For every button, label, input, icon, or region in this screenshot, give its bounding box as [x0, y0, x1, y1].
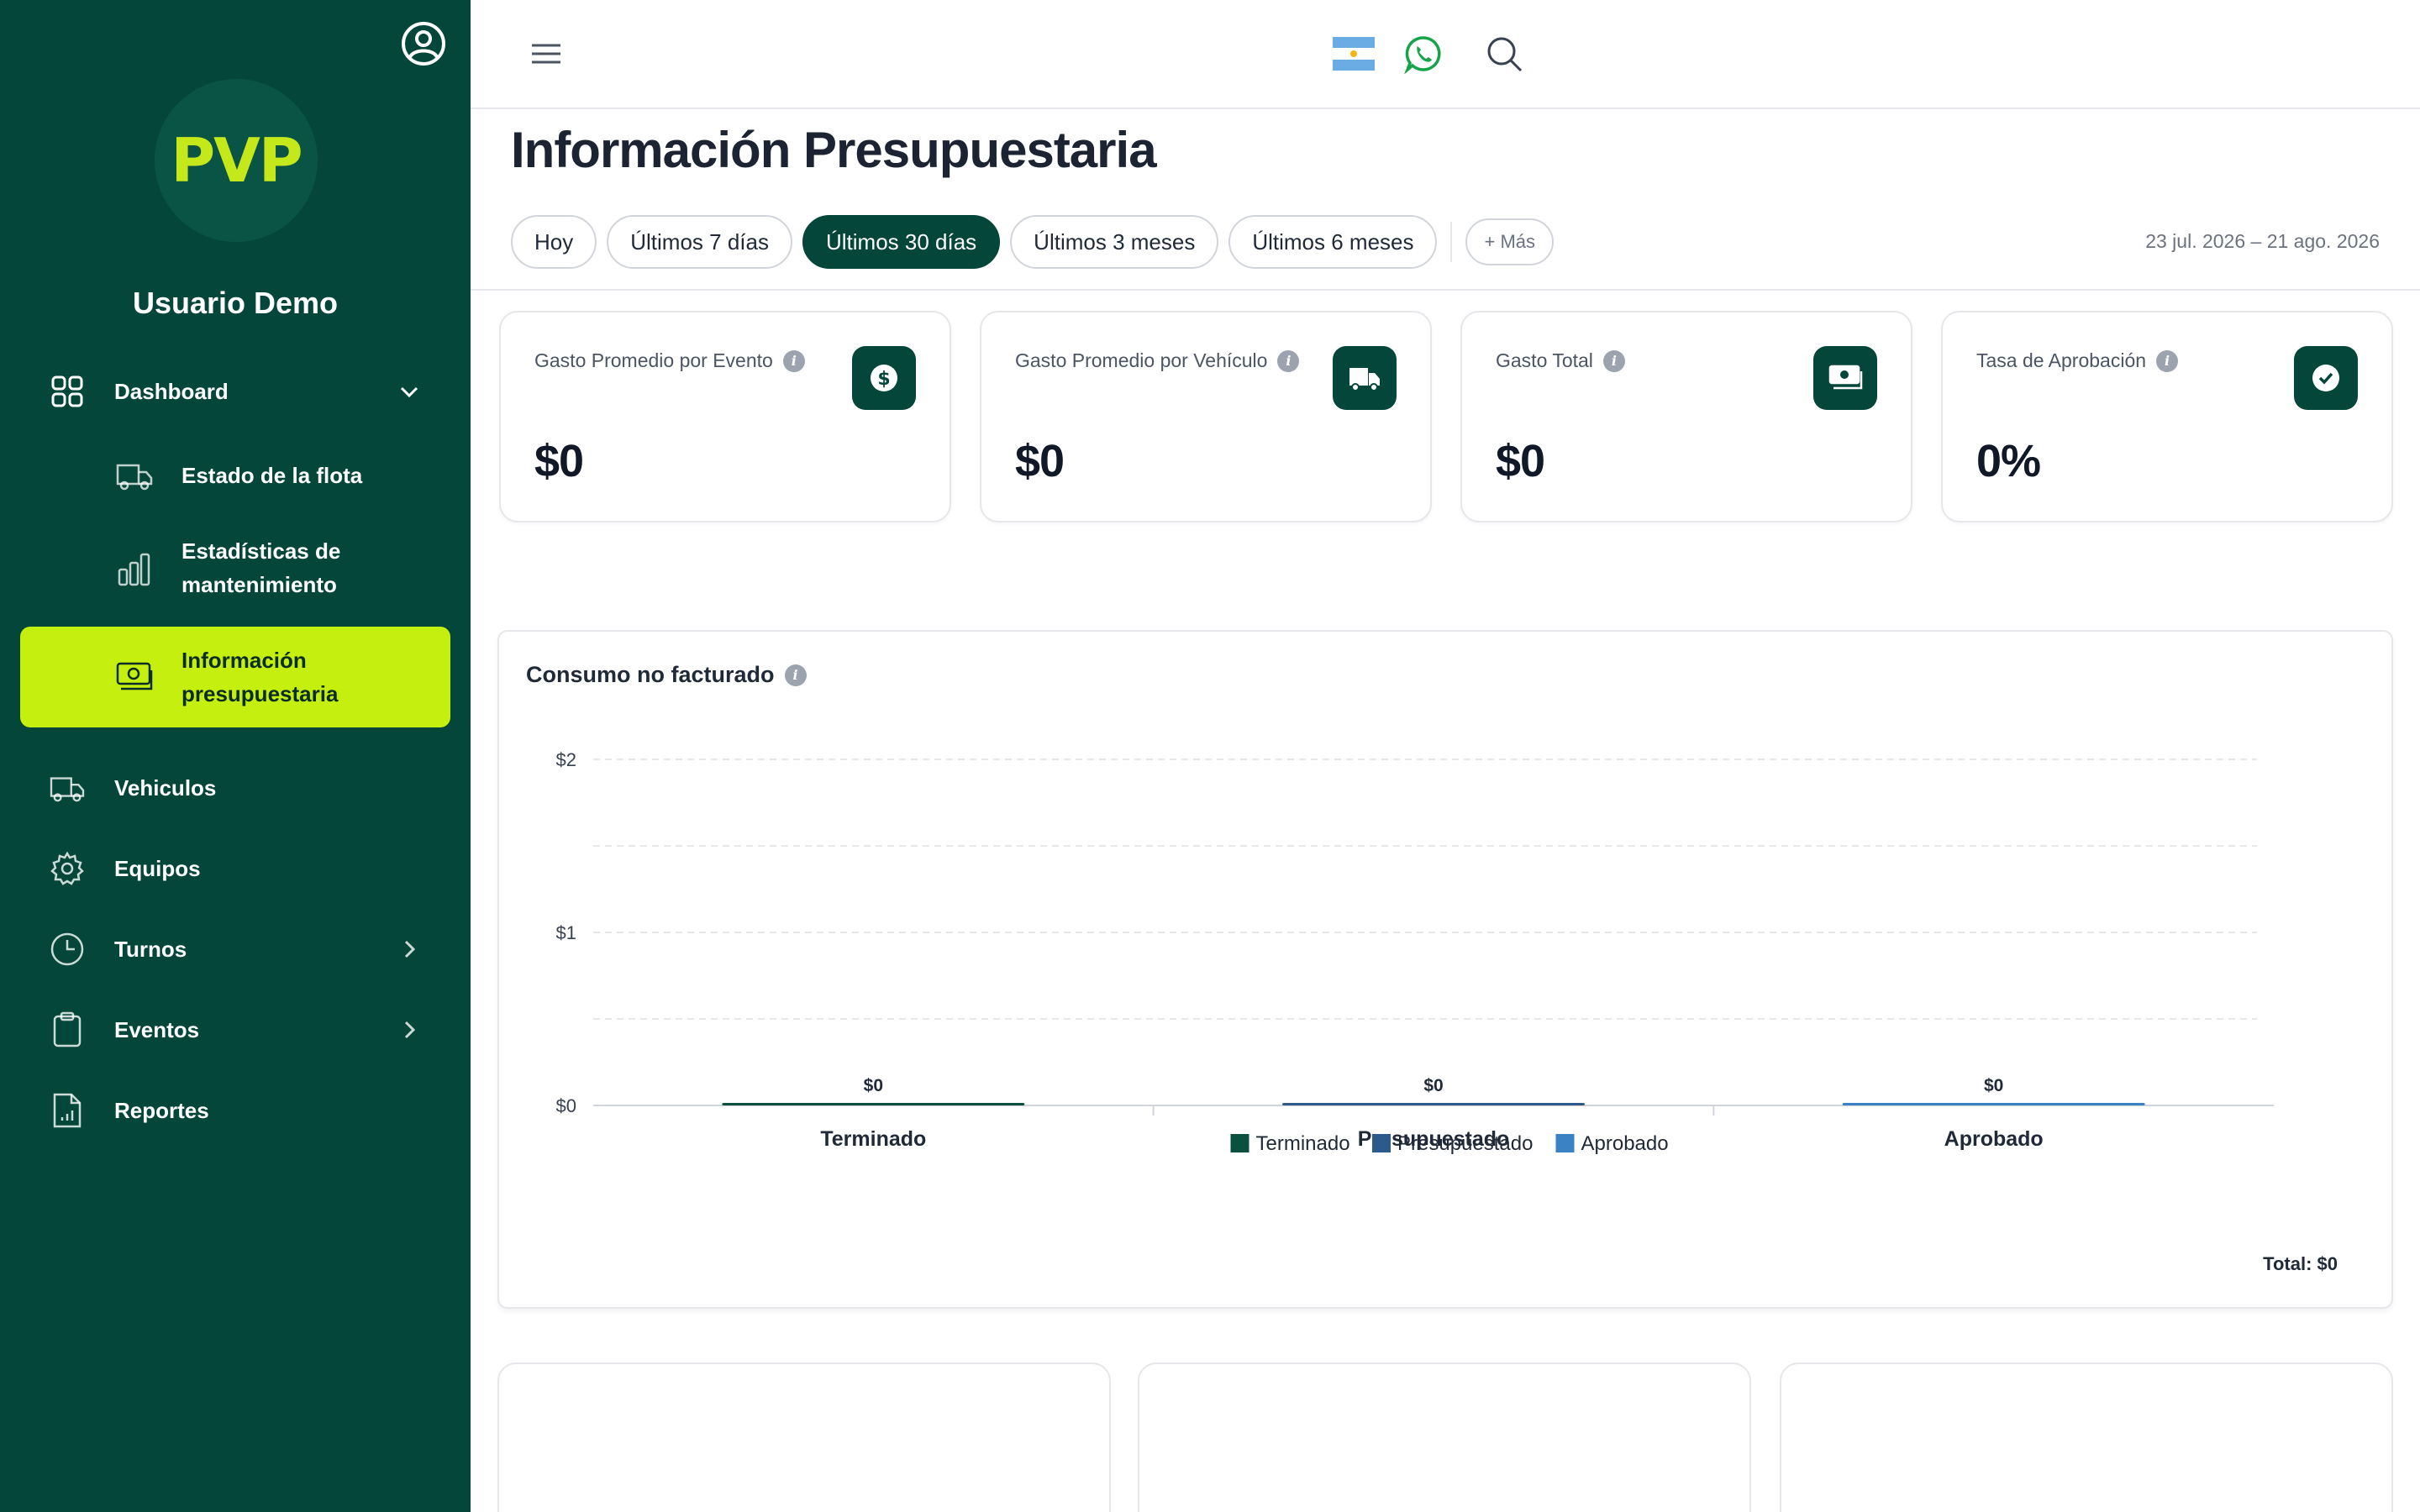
- header-divider: [471, 289, 2420, 291]
- sidebar-subitem-label-line1: Información: [182, 648, 307, 673]
- bottom-card: [1138, 1362, 1751, 1512]
- truck-icon: [114, 455, 155, 496]
- x-tick-label: Aprobado: [1944, 1127, 2044, 1151]
- kpi-value: $0: [1496, 436, 1545, 486]
- y-tick-label: $0: [556, 1095, 576, 1116]
- gear-icon: [49, 850, 86, 887]
- sidebar-item-eventos[interactable]: Eventos: [0, 1011, 471, 1048]
- date-filter-bar: Hoy Últimos 7 días Últimos 30 días Últim…: [511, 215, 1555, 269]
- x-tick-label: Terminado: [820, 1127, 926, 1151]
- bottom-card: [497, 1362, 1111, 1512]
- info-icon[interactable]: i: [1602, 349, 1625, 372]
- sidebar-item-label: Vehiculos: [114, 774, 217, 801]
- kpi-card-tasa-aprobacion: Tasa de Aprobación i 0%: [1941, 311, 2393, 522]
- sidebar-item-label: Dashboard: [114, 378, 229, 404]
- chevron-right-icon[interactable]: [395, 1016, 424, 1044]
- svg-text:$: $: [877, 369, 890, 390]
- chevron-down-icon[interactable]: [395, 377, 424, 406]
- sidebar-item-reportes[interactable]: Reportes: [0, 1092, 471, 1129]
- kpi-label: Gasto Promedio por Vehículo: [1015, 349, 1268, 371]
- argentina-flag-icon[interactable]: [1333, 37, 1375, 71]
- sidebar-item-label: Turnos: [114, 936, 187, 962]
- cash-icon: [1813, 346, 1877, 410]
- whatsapp-icon[interactable]: [1403, 34, 1444, 75]
- sidebar: PVP Usuario Demo Dashboard Estado de la …: [0, 0, 471, 1512]
- sidebar-subitem-estadisticas[interactable]: Estadísticas de mantenimiento: [0, 534, 471, 605]
- kpi-card-gasto-total: Gasto Total i $0: [1460, 311, 1912, 522]
- filter-3-meses[interactable]: Últimos 3 meses: [1010, 215, 1219, 269]
- legend-swatch: [1372, 1134, 1391, 1152]
- y-tick-label: $2: [556, 749, 576, 770]
- kpi-card-gasto-evento: Gasto Promedio por Evento i $ $0: [499, 311, 951, 522]
- kpi-value: 0%: [1976, 436, 2041, 486]
- kpi-label: Tasa de Aprobación: [1976, 349, 2147, 371]
- check-icon: [2294, 346, 2358, 410]
- filter-divider: [1450, 222, 1453, 262]
- money-icon: [114, 657, 155, 697]
- bar-terminado: [722, 1103, 1025, 1105]
- info-icon[interactable]: i: [782, 349, 805, 372]
- bar-chart-icon: [114, 549, 155, 590]
- sidebar-subitem-informacion-presupuestaria[interactable]: Información presupuestaria: [20, 627, 450, 727]
- page-title: Información Presupuestaria: [511, 122, 1157, 178]
- sidebar-item-dashboard[interactable]: Dashboard: [0, 373, 471, 410]
- bar-chart: $0 $1 $2 $0 Terminado $0 Presupuestado $0 Aproba…: [556, 749, 2274, 1155]
- filter-7-dias[interactable]: Últimos 7 días: [607, 215, 792, 269]
- filter-6-meses[interactable]: Últimos 6 meses: [1228, 215, 1438, 269]
- kpi-label: Gasto Total: [1496, 349, 1593, 371]
- sidebar-subitem-label: Estado de la flota: [182, 463, 363, 488]
- legend-label: Terminado: [1256, 1132, 1350, 1155]
- bar-data-label: $0: [864, 1076, 883, 1095]
- clock-icon: [49, 931, 86, 968]
- info-icon[interactable]: i: [2156, 349, 2179, 372]
- search-icon[interactable]: [1484, 34, 1524, 74]
- logo-text: PVP: [171, 125, 302, 196]
- sidebar-item-label: Equipos: [114, 855, 201, 881]
- sidebar-subitem-label-line2: mantenimiento: [182, 572, 337, 597]
- truck-icon: [1333, 346, 1397, 410]
- filter-hoy[interactable]: Hoy: [511, 215, 597, 269]
- sidebar-item-equipos[interactable]: Equipos: [0, 850, 471, 887]
- sidebar-subitem-label-line2: presupuestaria: [182, 681, 339, 706]
- y-tick-label: $1: [556, 922, 576, 943]
- clipboard-icon: [49, 1011, 86, 1048]
- report-icon: [49, 1092, 86, 1129]
- kpi-card-gasto-vehiculo: Gasto Promedio por Vehículo i $0: [980, 311, 1432, 522]
- legend-swatch: [1230, 1134, 1249, 1152]
- top-bar: [471, 0, 2420, 109]
- sidebar-subitem-label-line1: Estadísticas de: [182, 538, 341, 564]
- legend-label: Presupuestado: [1397, 1132, 1533, 1155]
- chart-total: Total: $0: [2263, 1253, 2338, 1274]
- sidebar-item-label: Eventos: [114, 1016, 200, 1042]
- bottom-card: [1780, 1362, 2393, 1512]
- kpi-label: Gasto Promedio por Evento: [534, 349, 773, 371]
- legend-swatch: [1555, 1134, 1575, 1152]
- filter-more-button[interactable]: + Más: [1465, 218, 1555, 265]
- sidebar-item-vehiculos[interactable]: Vehiculos: [0, 769, 471, 806]
- legend-label: Aprobado: [1581, 1132, 1669, 1155]
- user-profile-icon[interactable]: [400, 20, 447, 67]
- info-icon[interactable]: i: [1277, 349, 1300, 372]
- sidebar-item-label: Reportes: [114, 1097, 209, 1123]
- bar-presupuestado: [1282, 1103, 1585, 1105]
- brand-logo: PVP: [155, 79, 318, 242]
- bar-aprobado: [1842, 1103, 2145, 1105]
- hamburger-menu-icon[interactable]: [529, 39, 563, 69]
- user-name: Usuario Demo: [132, 286, 339, 320]
- kpi-value: $0: [1015, 436, 1065, 486]
- sidebar-item-turnos[interactable]: Turnos: [0, 931, 471, 968]
- kpi-value: $0: [534, 436, 584, 486]
- bar-data-label: $0: [1984, 1076, 2003, 1095]
- dollar-icon: $: [852, 346, 916, 410]
- filter-30-dias[interactable]: Últimos 30 días: [802, 215, 1001, 269]
- sidebar-subitem-estado-flota[interactable]: Estado de la flota: [0, 455, 471, 496]
- chart-card-consumo-no-facturado: Consumo no facturado i $0 $1 $2 $0 Terminado $…: [497, 630, 2393, 1309]
- bar-data-label: $0: [1423, 1076, 1443, 1095]
- date-range-label: 23 jul. 2026 – 21 ago. 2026: [2145, 230, 2380, 252]
- grid-icon: [49, 373, 86, 410]
- chevron-right-icon[interactable]: [395, 935, 424, 963]
- truck-icon: [49, 769, 86, 806]
